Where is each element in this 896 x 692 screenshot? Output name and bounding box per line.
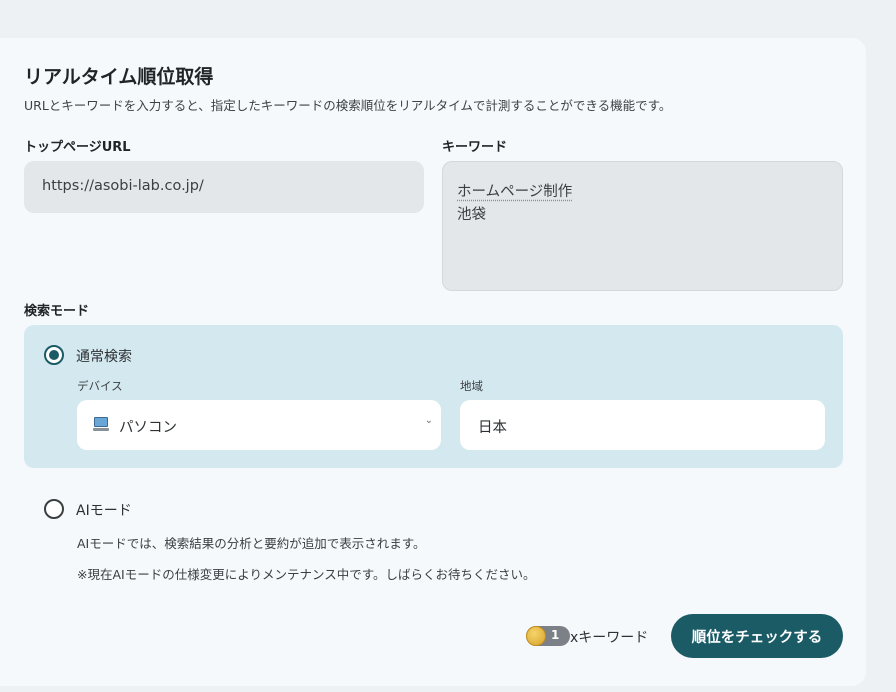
check-rank-button[interactable]: 順位をチェックする [671, 614, 843, 658]
chevron-down-icon: ⌄ [424, 415, 433, 426]
device-label: デバイス [77, 379, 123, 393]
ai-mode-note: AIモードでは、検索結果の分析と要約が追加で表示されます。 [77, 536, 426, 551]
page-title: リアルタイム順位取得 [24, 66, 214, 88]
page-description: URLとキーワードを入力すると、指定したキーワードの検索順位をリアルタイムで計測… [24, 98, 672, 113]
device-select[interactable]: パソコン ⌄ [77, 400, 441, 450]
coin-count: 1 [551, 628, 560, 642]
keyword-unit-label: xキーワード [570, 630, 649, 646]
coin-count-badge: 1 [526, 626, 570, 646]
region-label: 地域 [460, 379, 483, 393]
device-select-value: パソコン [119, 420, 177, 436]
keyword-label: キーワード [442, 140, 508, 155]
region-input[interactable]: 日本 [460, 400, 825, 450]
keyword-textarea[interactable]: ホームページ制作 池袋 [442, 161, 843, 291]
computer-icon [93, 417, 109, 431]
keyword-line: 池袋 [457, 207, 486, 223]
url-input[interactable]: https://asobi-lab.co.jp/ [24, 161, 424, 213]
coin-icon [526, 626, 546, 646]
normal-search-radio[interactable] [44, 345, 64, 365]
normal-search-label: 通常検索 [76, 349, 132, 365]
search-mode-label: 検索モード [24, 304, 90, 319]
ai-mode-label: AIモード [76, 503, 132, 519]
keyword-line: ホームページ制作 [457, 184, 573, 200]
url-label: トップページURL [24, 140, 131, 155]
ai-mode-maintenance-note: ※現在AIモードの仕様変更によりメンテナンス中です。しばらくお待ちください。 [77, 567, 536, 582]
ai-mode-radio[interactable] [44, 499, 64, 519]
